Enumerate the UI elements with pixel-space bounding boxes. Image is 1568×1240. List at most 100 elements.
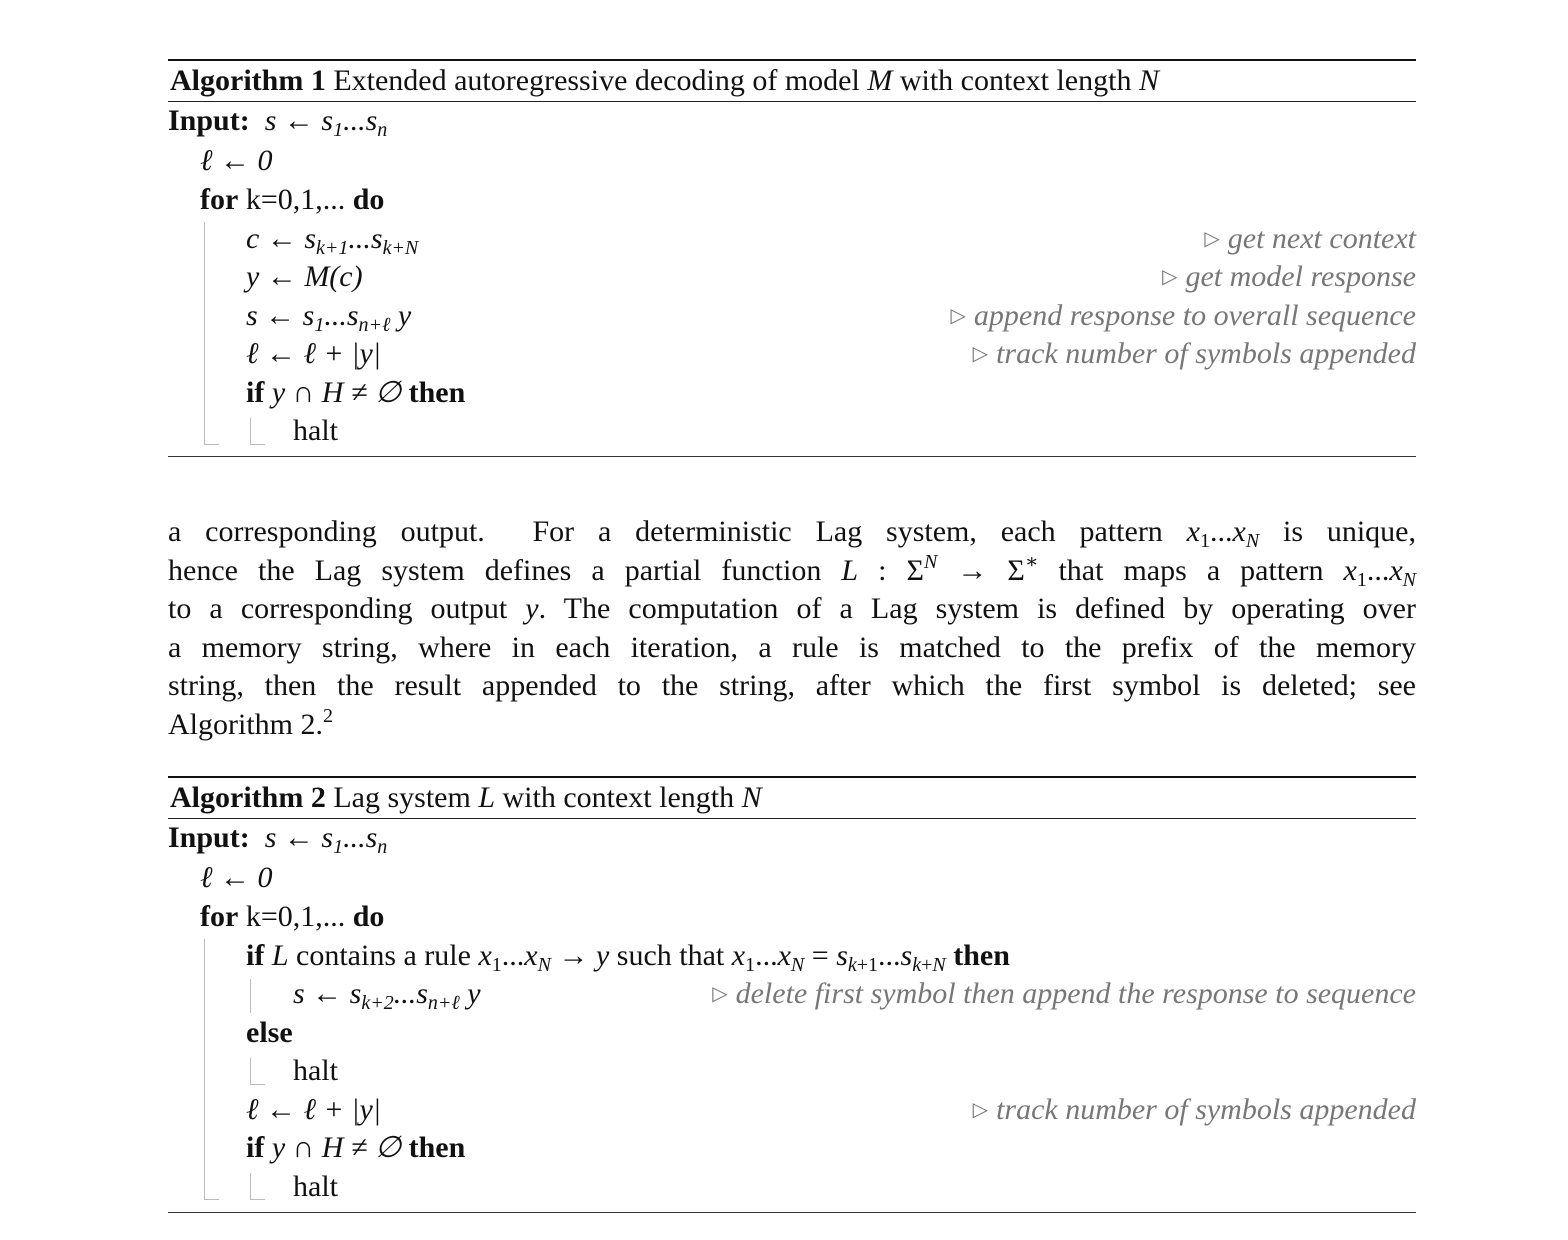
algorithm-1-caption: Algorithm 1 Extended autoregressive deco… <box>168 61 1416 101</box>
halt-statement: halt <box>293 1170 338 1203</box>
algo1-for-line: for k=0,1,... do <box>168 181 1416 219</box>
algo1-halt-line: halt <box>168 412 1416 450</box>
algorithm-2-bottom-rule <box>168 1212 1416 1213</box>
algo2-if-halt-line: if y ∩ H ≠ ∅ then <box>168 1129 1416 1167</box>
algo1-init-line: ℓ ← 0 <box>168 142 1416 180</box>
comment-text: get model response <box>1185 260 1416 293</box>
input-label: Input: <box>168 104 250 137</box>
for-block-guide <box>204 222 205 444</box>
halt-statement: halt <box>293 414 338 447</box>
for-block-end-corner <box>204 430 219 445</box>
do-keyword: do <box>352 900 385 933</box>
algo2-halt-line-2: halt <box>168 1168 1416 1206</box>
for-keyword: for <box>200 183 239 216</box>
if-keyword: if <box>246 939 265 972</box>
algo1-context-line: c ← sk+1...sk+N ▷ get next context <box>246 220 1416 259</box>
comment-get-model-response: ▷ get model response <box>1162 258 1416 296</box>
if-block-end-corner <box>250 418 265 445</box>
algo1-track-line: ℓ ← ℓ + |y| ▷ track number of symbols app… <box>168 335 1416 373</box>
for-keyword: for <box>200 900 239 933</box>
algo2-if-rule-line: if L contains a rule x1...xN → y such th… <box>246 939 1010 976</box>
for-range: k=0,1,... <box>238 183 353 216</box>
context-assign: c ← s <box>246 222 316 255</box>
input-expr: s ← s1...sn <box>264 821 388 858</box>
length-assign: ℓ ← ℓ + |y| <box>246 337 382 370</box>
else-block-end-corner <box>250 1058 265 1085</box>
paragraph-line: hence the Lag system defines a partial f… <box>168 550 1417 591</box>
comment-text: get next context <box>1227 222 1416 255</box>
input-expr: s ← s1...sn <box>264 104 388 141</box>
comment-get-next-context: ▷ get next context <box>1204 220 1416 258</box>
algo1-append-line: s ← s1...sn+ℓ y ▷ append response to over… <box>246 297 1417 336</box>
length-assign: ℓ ← ℓ + |y| <box>246 1093 382 1126</box>
algorithm-1-label: Algorithm 1 <box>170 64 326 97</box>
triangle-right-icon: ▷ <box>972 343 989 365</box>
if-condition: y ∩ H ≠ ∅ <box>264 376 409 409</box>
triangle-right-icon: ▷ <box>1204 228 1220 250</box>
paragraph-line: a memory string, where in each iteration… <box>168 630 1416 664</box>
triangle-right-icon: ▷ <box>950 305 966 327</box>
algo2-halt-line-1: halt <box>168 1052 1416 1090</box>
then-keyword: then <box>408 376 466 409</box>
triangle-right-icon: ▷ <box>712 983 728 1005</box>
algo2-for-line: for k=0,1,... do <box>168 898 1416 936</box>
triangle-right-icon: ▷ <box>1162 266 1178 288</box>
triangle-right-icon: ▷ <box>972 1099 989 1121</box>
caption-text: Extended autoregressive decoding of mode… <box>333 64 868 97</box>
algo2-track-line: ℓ ← ℓ + |y| ▷ track number of symbols app… <box>168 1091 1416 1129</box>
caption-text: with context length <box>495 781 742 814</box>
if-keyword: if <box>246 1131 265 1164</box>
algo2-delete-append-line: s ← sk+2...sn+ℓ y ▷ delete first symbol t… <box>293 975 1416 1014</box>
halt-statement: halt <box>293 1054 338 1087</box>
paragraph-line: a corresponding output. For a determinis… <box>168 515 1416 552</box>
comment-text: append response to overall sequence <box>973 299 1416 332</box>
sequence-assign: s ← s <box>246 299 315 332</box>
init-statement: ℓ ← 0 <box>200 144 273 177</box>
caption-math: N <box>741 781 762 814</box>
if-block-end-corner <box>250 1173 265 1200</box>
paragraph-line: Algorithm 2.2 <box>168 704 333 741</box>
algorithm-2-label: Algorithm 2 <box>170 781 326 814</box>
caption-math: N <box>1138 64 1159 97</box>
comment-text: track number of symbols appended <box>996 337 1416 370</box>
model-assign: y ← M(c) <box>246 260 363 293</box>
then-keyword: then <box>408 1131 466 1164</box>
for-range: k=0,1,... <box>238 900 353 933</box>
sequence-assign: s ← s <box>293 977 362 1010</box>
comment-text: track number of symbols appended <box>996 1093 1416 1126</box>
for-block-end-corner <box>204 1185 219 1200</box>
paragraph-line: to a corresponding output y. The computa… <box>168 592 1416 626</box>
input-label: Input: <box>168 821 250 854</box>
then-block-guide <box>250 979 251 1013</box>
caption-text: Lag system <box>333 781 479 814</box>
algo2-else-line: else <box>168 1014 1416 1052</box>
caption-text: with context length <box>892 64 1139 97</box>
caption-math: L <box>478 781 495 814</box>
do-keyword: do <box>352 183 385 216</box>
algo1-model-line: y ← M(c) ▷ get model response <box>168 258 1416 296</box>
algorithm-2-caption: Algorithm 2 Lag system L with context le… <box>168 778 1416 818</box>
algo1-input-line: Input: s ← s1...sn <box>168 102 1416 140</box>
footnote-marker[interactable]: 2 <box>323 705 333 727</box>
algorithm-1-bottom-rule <box>168 456 1416 457</box>
algorithm-2: Algorithm 2 Lag system L with context le… <box>168 776 1416 1213</box>
comment-delete-then-append: ▷ delete first symbol then append the res… <box>712 975 1416 1013</box>
comment-track-symbols: ▷ track number of symbols appended <box>973 335 1416 373</box>
else-keyword: else <box>246 1016 293 1049</box>
body-paragraph: a corresponding output. For a determinis… <box>168 513 1416 745</box>
algo2-input-line: Input: s ← s1...sn <box>168 819 1416 857</box>
comment-text: delete first symbol then append the resp… <box>735 977 1416 1010</box>
algo1-if-line: if y ∩ H ≠ ∅ then <box>168 374 1416 412</box>
input-expr-text: s ← s <box>264 104 334 137</box>
algo2-init-line: ℓ ← 0 <box>168 859 1416 897</box>
if-keyword: if <box>246 376 265 409</box>
comment-append-response: ▷ append response to overall sequence <box>951 297 1417 335</box>
algorithm-1: Algorithm 1 Extended autoregressive deco… <box>168 59 1416 457</box>
if-condition: y ∩ H ≠ ∅ <box>264 1131 409 1164</box>
caption-math: M <box>867 64 893 97</box>
init-statement: ℓ ← 0 <box>200 861 273 894</box>
for-block-guide <box>204 939 205 1199</box>
then-keyword: then <box>953 939 1010 972</box>
comment-track-symbols: ▷ track number of symbols appended <box>973 1091 1416 1129</box>
paragraph-line: string, then the result appended to the … <box>168 669 1416 703</box>
